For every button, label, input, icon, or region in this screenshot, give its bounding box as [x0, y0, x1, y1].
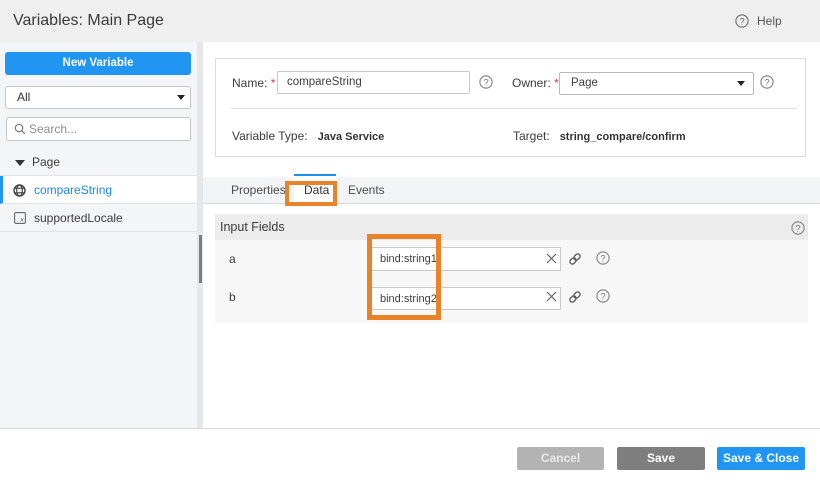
svg-text:?: ?	[483, 77, 488, 88]
svg-text:?: ?	[764, 77, 769, 88]
svg-text:?: ?	[600, 253, 605, 264]
svg-text:?: ?	[600, 291, 605, 302]
svg-text:?: ?	[795, 223, 800, 234]
svg-text:?: ?	[739, 16, 744, 27]
svg-text:x: x	[19, 217, 24, 224]
